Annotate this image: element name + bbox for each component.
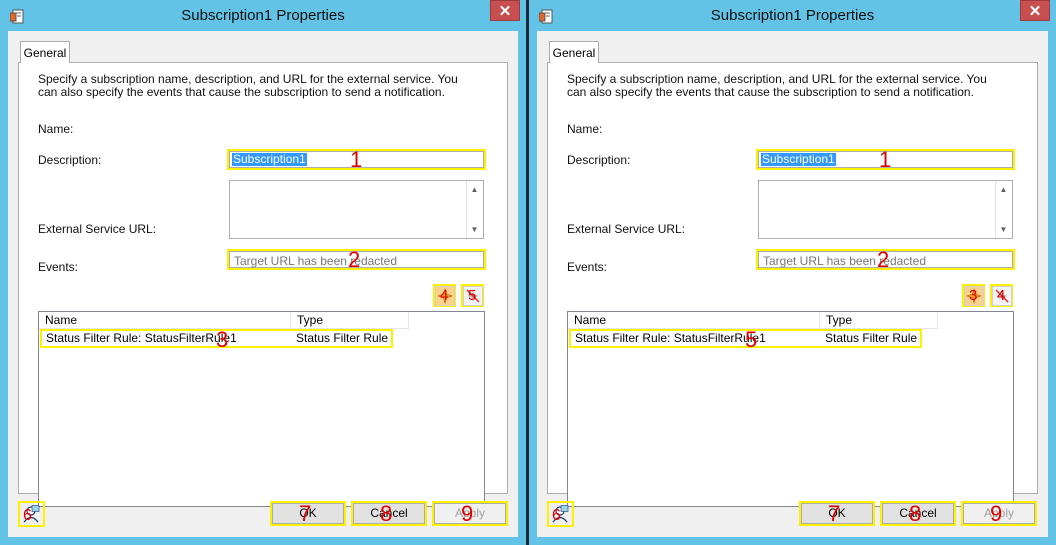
- close-button[interactable]: ✕: [1020, 0, 1050, 21]
- annotation-number: 3: [216, 327, 229, 352]
- dialog-client: General Specify a subscription name, des…: [8, 31, 518, 537]
- annotation-number: 7: [828, 501, 841, 526]
- column-header-name[interactable]: Name: [568, 312, 820, 329]
- general-panel: Specify a subscription name, description…: [547, 62, 1038, 507]
- close-button[interactable]: ✕: [490, 0, 520, 21]
- description-label: Description:: [38, 153, 102, 167]
- annotation-number: 1: [879, 147, 892, 172]
- column-header-name[interactable]: Name: [39, 312, 291, 329]
- url-label: External Service URL:: [567, 222, 686, 236]
- general-panel: Specify a subscription name, description…: [18, 62, 508, 507]
- annotation-number: 9: [461, 501, 474, 526]
- tab-general[interactable]: General: [20, 41, 70, 63]
- dialog-client: General Specify a subscription name, des…: [537, 31, 1048, 537]
- events-label: Events:: [567, 260, 608, 274]
- instructions-text: Specify a subscription name, description…: [38, 72, 458, 99]
- properties-dialog-right: Subscription1 Properties ✕ General Speci…: [529, 0, 1056, 545]
- column-header-type[interactable]: Type: [291, 312, 409, 329]
- column-header-type[interactable]: Type: [820, 312, 938, 329]
- annotation-number: 2: [348, 247, 361, 272]
- annotation-number: 2: [877, 247, 890, 272]
- properties-dialog-left: Subscription1 Properties ✕ General Speci…: [0, 0, 526, 545]
- events-label: Events:: [38, 260, 79, 274]
- description-field[interactable]: ▲ ▼: [758, 180, 1013, 239]
- annotation-number: 5: [468, 287, 477, 304]
- annotation-number: 5: [745, 327, 758, 352]
- name-label: Name:: [567, 122, 603, 136]
- scroll-down-icon[interactable]: ▼: [999, 225, 1008, 234]
- scroll-down-icon[interactable]: ▼: [470, 225, 479, 234]
- description-label: Description:: [567, 153, 631, 167]
- annotation-number: 1: [350, 147, 363, 172]
- window-title: Subscription1 Properties: [710, 7, 875, 24]
- annotation-number: 8: [380, 501, 393, 526]
- tab-general[interactable]: General: [549, 41, 599, 63]
- url-label: External Service URL:: [38, 222, 157, 236]
- annotation-number: 9: [990, 501, 1003, 526]
- annotation-number: 7: [299, 501, 312, 526]
- description-field[interactable]: ▲ ▼: [229, 180, 484, 239]
- name-label: Name:: [38, 122, 74, 136]
- annotation-number: 6: [552, 507, 561, 524]
- annotation-number: 4: [997, 287, 1006, 304]
- description-scrollbar[interactable]: ▲ ▼: [466, 181, 483, 238]
- annotation-number: 3: [969, 287, 978, 304]
- annotation-number: 4: [440, 287, 449, 304]
- description-scrollbar[interactable]: ▲ ▼: [995, 181, 1012, 238]
- scroll-up-icon[interactable]: ▲: [999, 185, 1008, 194]
- title-bar[interactable]: Subscription1 Properties ✕: [0, 0, 526, 32]
- scroll-up-icon[interactable]: ▲: [470, 185, 479, 194]
- instructions-text: Specify a subscription name, description…: [567, 72, 987, 99]
- window-title: Subscription1 Properties: [181, 7, 345, 24]
- title-bar[interactable]: Subscription1 Properties ✕: [529, 0, 1056, 32]
- annotation-number: 8: [909, 501, 922, 526]
- annotation-number: 6: [23, 507, 32, 524]
